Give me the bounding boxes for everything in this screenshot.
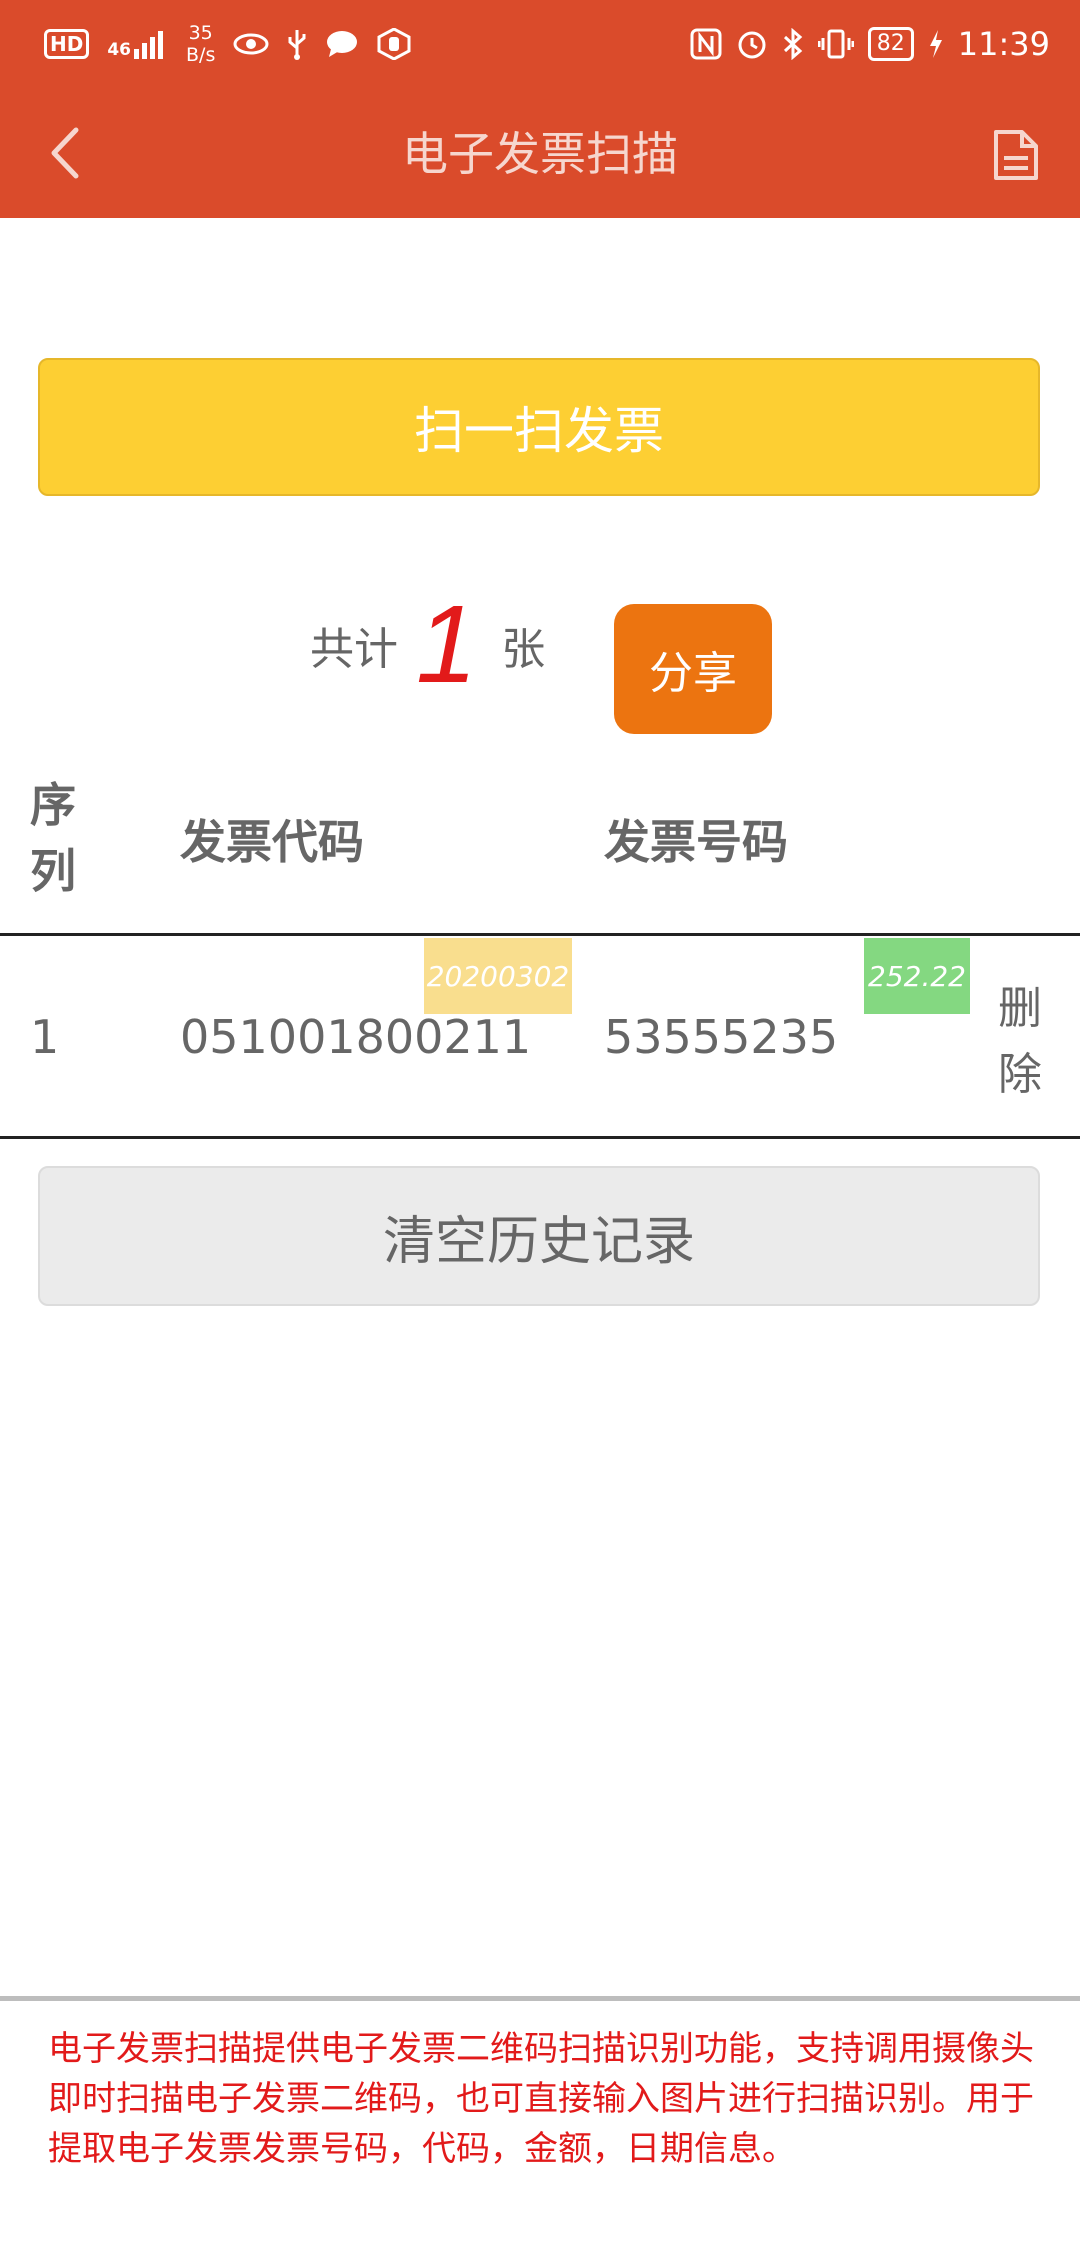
chat-icon bbox=[327, 31, 358, 57]
net-speed-unit: B/s bbox=[186, 44, 216, 66]
usb-icon bbox=[288, 30, 306, 60]
page-title: 电子发票扫描 bbox=[402, 127, 678, 181]
column-header-code: 发票代码 bbox=[180, 815, 364, 869]
footer-description: 电子发票扫描提供电子发票二维码扫描识别功能，支持调用摄像头即时扫描电子发票二维码… bbox=[48, 2029, 1034, 2169]
row-seq: 1 bbox=[30, 1010, 60, 1064]
table-divider-top bbox=[0, 933, 1080, 936]
scan-invoice-button[interactable]: 扫一扫发票 bbox=[38, 358, 1040, 496]
battery-level: 82 bbox=[867, 27, 914, 61]
total-suffix: 张 bbox=[501, 624, 546, 675]
net-speed: 35 B/s bbox=[186, 22, 215, 66]
row-number: 53555235 bbox=[604, 1010, 839, 1064]
bluetooth-icon bbox=[783, 28, 803, 60]
document-button[interactable] bbox=[988, 118, 1044, 188]
row-amount-tag: 252.22 bbox=[864, 938, 970, 1014]
signal-icon: 46 bbox=[107, 29, 168, 59]
status-bar: HD 46 35 B/s 82 11:39 bbox=[0, 0, 1080, 88]
column-header-number: 发票号码 bbox=[604, 815, 788, 869]
clear-history-button[interactable]: 清空历史记录 bbox=[38, 1166, 1040, 1306]
hand-icon bbox=[377, 28, 411, 60]
column-header-seq: 序列 bbox=[30, 778, 76, 898]
document-icon bbox=[994, 130, 1038, 180]
vibrate-icon bbox=[817, 29, 854, 59]
hd-badge: HD bbox=[44, 29, 90, 59]
signal-label: 46 bbox=[107, 40, 132, 60]
row-delete-button[interactable]: 删除 bbox=[998, 976, 1046, 1108]
total-count: 1 bbox=[416, 583, 478, 706]
net-speed-value: 35 bbox=[188, 22, 213, 44]
share-button[interactable]: 分享 bbox=[614, 604, 772, 734]
eye-icon bbox=[233, 33, 269, 55]
alarm-icon bbox=[738, 31, 766, 59]
total-prefix: 共计 bbox=[310, 624, 398, 675]
row-date-tag: 20200302 bbox=[424, 938, 572, 1014]
charging-icon bbox=[929, 30, 942, 58]
app-header: HD 46 35 B/s 82 11:39 电子发票扫描 bbox=[0, 0, 1080, 218]
nfc-icon bbox=[690, 28, 722, 60]
status-time: 11:39 bbox=[957, 25, 1050, 63]
invoice-total: 共计 1 张 bbox=[310, 590, 545, 700]
row-code: 051001800211 bbox=[180, 1010, 532, 1064]
table-divider-bottom bbox=[0, 1136, 1080, 1139]
footer-divider bbox=[0, 1996, 1080, 2001]
table-row: 1 051001800211 20200302 53555235 252.22 … bbox=[0, 938, 1080, 1136]
